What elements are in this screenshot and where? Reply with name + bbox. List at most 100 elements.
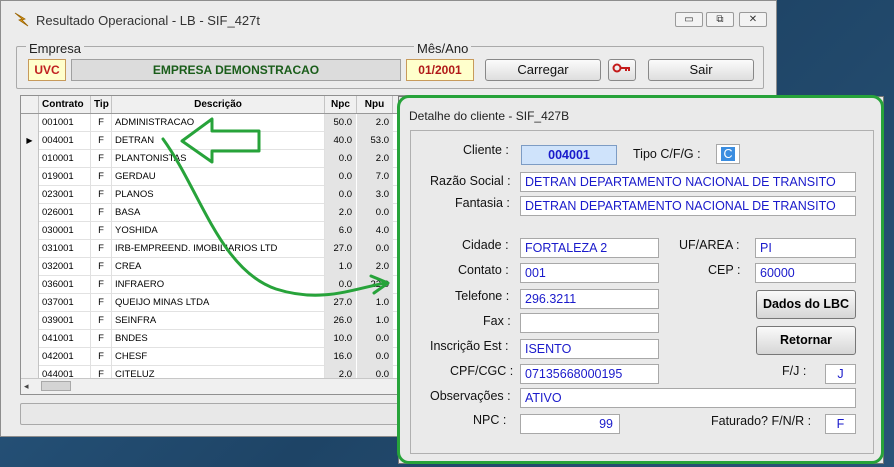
cell-npu[interactable]: 0.0 <box>357 204 393 222</box>
cell-npc[interactable]: 6.0 <box>325 222 357 240</box>
cell-npc[interactable]: 0.0 <box>325 186 357 204</box>
cell-npc[interactable]: 10.0 <box>325 330 357 348</box>
faturado-field[interactable]: F <box>825 414 856 434</box>
cell-npc[interactable]: 1.0 <box>325 258 357 276</box>
cell-contrato[interactable]: 031001 <box>39 240 91 258</box>
table-row[interactable]: 044001 F CITELUZ 2.0 0.0 <box>21 366 409 378</box>
cell-tip[interactable]: F <box>91 294 112 312</box>
row-indicator[interactable] <box>21 276 39 294</box>
cell-tip[interactable]: F <box>91 204 112 222</box>
cell-npu[interactable]: 0.0 <box>357 366 393 378</box>
cell-descricao[interactable]: BNDES <box>112 330 325 348</box>
row-indicator[interactable] <box>21 204 39 222</box>
cell-tip[interactable]: F <box>91 150 112 168</box>
col-header-descricao[interactable]: Descrição <box>112 96 325 113</box>
observacoes-field[interactable]: ATIVO <box>520 388 856 408</box>
cell-contrato[interactable]: 032001 <box>39 258 91 276</box>
cell-contrato[interactable]: 026001 <box>39 204 91 222</box>
cell-npc[interactable]: 2.0 <box>325 204 357 222</box>
cell-descricao[interactable]: ADMINISTRACAO <box>112 114 325 132</box>
carregar-button[interactable]: Carregar <box>485 59 601 81</box>
cell-descricao[interactable]: PLANOS <box>112 186 325 204</box>
cell-descricao[interactable]: CITELUZ <box>112 366 325 378</box>
scroll-thumb[interactable] <box>41 381 71 391</box>
cell-npc[interactable]: 27.0 <box>325 240 357 258</box>
cliente-field[interactable]: 004001 <box>521 145 617 165</box>
close-button[interactable]: ✕ <box>739 12 767 27</box>
cell-descricao[interactable]: BASA <box>112 204 325 222</box>
fj-field[interactable]: J <box>825 364 856 384</box>
cell-npu[interactable]: 2.0 <box>357 150 393 168</box>
key-button[interactable] <box>608 59 636 81</box>
cell-npu[interactable]: 53.0 <box>357 132 393 150</box>
col-header-contrato[interactable]: Contrato <box>39 96 91 113</box>
row-indicator[interactable] <box>21 258 39 276</box>
cell-descricao[interactable]: CHESF <box>112 348 325 366</box>
cpf-field[interactable]: 07135668000195 <box>520 364 659 384</box>
inscricao-field[interactable]: ISENTO <box>520 339 659 359</box>
cell-contrato[interactable]: 023001 <box>39 186 91 204</box>
cell-descricao[interactable]: SEINFRA <box>112 312 325 330</box>
fax-field[interactable] <box>520 313 659 333</box>
cell-npu[interactable]: 3.0 <box>357 186 393 204</box>
cell-descricao[interactable]: PLANTONISTAS <box>112 150 325 168</box>
row-indicator[interactable] <box>21 114 39 132</box>
cell-tip[interactable]: F <box>91 276 112 294</box>
cell-descricao[interactable]: IRB-EMPREEND. IMOBILIARIOS LTD <box>112 240 325 258</box>
row-indicator[interactable] <box>21 348 39 366</box>
table-row[interactable]: ▶ 004001 F DETRAN 40.0 53.0 <box>21 132 409 150</box>
telefone-field[interactable]: 296.3211 <box>520 289 659 309</box>
cell-npc[interactable]: 0.0 <box>325 276 357 294</box>
cell-tip[interactable]: F <box>91 114 112 132</box>
cell-npu[interactable]: 0.0 <box>357 330 393 348</box>
cell-contrato[interactable]: 019001 <box>39 168 91 186</box>
cell-tip[interactable]: F <box>91 330 112 348</box>
row-indicator[interactable]: ▶ <box>21 132 39 150</box>
cell-tip[interactable]: F <box>91 222 112 240</box>
cell-descricao[interactable]: YOSHIDA <box>112 222 325 240</box>
cell-contrato[interactable]: 037001 <box>39 294 91 312</box>
cell-contrato[interactable]: 001001 <box>39 114 91 132</box>
cell-descricao[interactable]: QUEIJO MINAS LTDA <box>112 294 325 312</box>
cell-tip[interactable]: F <box>91 258 112 276</box>
cidade-field[interactable]: FORTALEZA 2 <box>520 238 659 258</box>
table-row[interactable]: 036001 F INFRAERO 0.0 22.0 <box>21 276 409 294</box>
cell-npc[interactable]: 50.0 <box>325 114 357 132</box>
row-indicator[interactable] <box>21 366 39 378</box>
row-indicator[interactable] <box>21 240 39 258</box>
fantasia-field[interactable]: DETRAN DEPARTAMENTO NACIONAL DE TRANSITO <box>520 196 856 216</box>
cell-tip[interactable]: F <box>91 312 112 330</box>
npc-field[interactable]: 99 <box>520 414 620 434</box>
cell-contrato[interactable]: 036001 <box>39 276 91 294</box>
cell-contrato[interactable]: 004001 <box>39 132 91 150</box>
cell-npu[interactable]: 1.0 <box>357 294 393 312</box>
col-header-tip[interactable]: Tip <box>91 96 112 113</box>
row-indicator[interactable] <box>21 312 39 330</box>
col-header-npu[interactable]: Npu <box>357 96 393 113</box>
row-indicator[interactable] <box>21 186 39 204</box>
table-row[interactable]: 010001 F PLANTONISTAS 0.0 2.0 <box>21 150 409 168</box>
cell-npu[interactable]: 22.0 <box>357 276 393 294</box>
row-indicator[interactable] <box>21 294 39 312</box>
cell-tip[interactable]: F <box>91 132 112 150</box>
cell-npc[interactable]: 0.0 <box>325 168 357 186</box>
cell-npu[interactable]: 1.0 <box>357 312 393 330</box>
table-row[interactable]: 031001 F IRB-EMPREEND. IMOBILIARIOS LTD 27.… <box>21 240 409 258</box>
table-row[interactable]: 042001 F CHESF 16.0 0.0 <box>21 348 409 366</box>
cell-descricao[interactable]: GERDAU <box>112 168 325 186</box>
cell-tip[interactable]: F <box>91 168 112 186</box>
table-row[interactable]: 001001 F ADMINISTRACAO 50.0 2.0 <box>21 114 409 132</box>
cell-tip[interactable]: F <box>91 348 112 366</box>
cell-npu[interactable]: 0.0 <box>357 240 393 258</box>
table-row[interactable]: 032001 F CREA 1.0 2.0 <box>21 258 409 276</box>
table-row[interactable]: 026001 F BASA 2.0 0.0 <box>21 204 409 222</box>
row-indicator[interactable] <box>21 222 39 240</box>
cell-tip[interactable]: F <box>91 240 112 258</box>
row-indicator[interactable] <box>21 330 39 348</box>
cell-npc[interactable]: 2.0 <box>325 366 357 378</box>
table-row[interactable]: 019001 F GERDAU 0.0 7.0 <box>21 168 409 186</box>
table-row[interactable]: 037001 F QUEIJO MINAS LTDA 27.0 1.0 <box>21 294 409 312</box>
cell-descricao[interactable]: DETRAN <box>112 132 325 150</box>
horizontal-scrollbar[interactable]: ◂ <box>21 378 409 394</box>
dados-lbc-button[interactable]: Dados do LBC <box>756 290 856 319</box>
